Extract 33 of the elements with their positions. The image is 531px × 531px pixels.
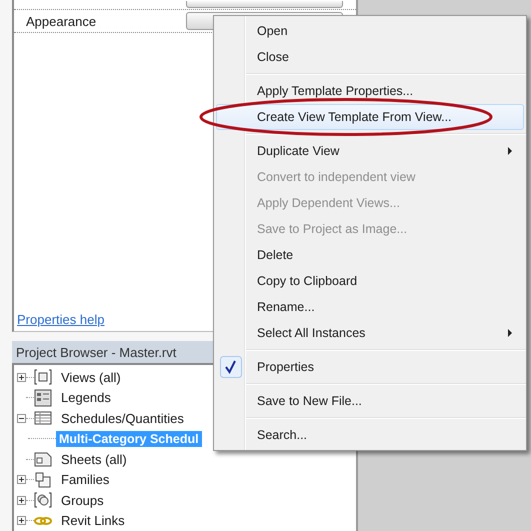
bracket-square-icon [34,368,52,386]
expand-icon[interactable] [17,475,26,484]
expand-icon[interactable] [17,372,26,382]
tree-item[interactable]: Legends [58,389,114,406]
menu-item[interactable]: Select All Instances [216,320,524,346]
tree-item[interactable]: Revit Links [58,512,128,530]
panel-title: Project Browser - Master.rvt [15,344,176,360]
family-icon [34,470,52,489]
group-icon [34,491,52,510]
expand-icon[interactable] [17,496,26,505]
sheet-icon [34,450,52,468]
tree-item[interactable]: Groups [58,492,107,509]
tree-item[interactable]: Schedules/Quantities [58,410,187,427]
legend-sheet-icon [34,388,52,407]
tree-item[interactable]: Sheets (all) [58,450,130,468]
tree-item[interactable]: Families [58,471,112,488]
expand-icon[interactable] [17,516,26,526]
menu-item[interactable]: Rename... [216,294,524,320]
menu-item[interactable]: Open [216,18,524,44]
help-link[interactable]: Properties help [14,312,104,332]
collapse-icon[interactable] [17,414,26,423]
value-button[interactable] [186,1,343,8]
menu-item[interactable]: Save to New File... [216,388,524,414]
menu-item[interactable]: Properties [216,354,524,380]
tree-item[interactable]: Views (all) [58,368,124,386]
property-label: Appearance [25,14,98,28]
menu-item[interactable]: Copy to Clipboard [216,268,524,294]
menu-item[interactable]: Delete [216,242,524,268]
menu-item[interactable]: Close [216,44,524,70]
menu-item[interactable]: Search... [216,422,524,448]
menu-item[interactable]: Apply Template Properties... [216,78,524,104]
menu-item[interactable]: Create View Template From View... [216,104,524,130]
menu-item[interactable]: Duplicate View [216,138,524,164]
